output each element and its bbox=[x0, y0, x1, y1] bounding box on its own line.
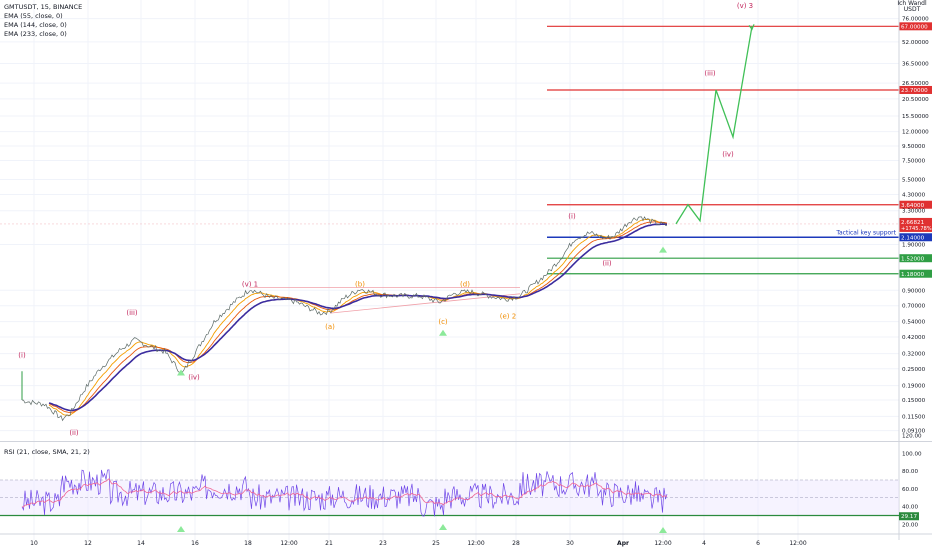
ema-144-legend: EMA (144, close, 0) bbox=[4, 21, 67, 29]
wave-label: (b) bbox=[355, 280, 365, 288]
y-tick-label: 7.50000 bbox=[902, 158, 926, 164]
current-price-change: +1745.78% bbox=[901, 226, 932, 232]
x-tick-label: 18 bbox=[244, 540, 252, 547]
level-badge-text: 1.52000 bbox=[901, 256, 925, 262]
rsi-tick-label: 40.00 bbox=[902, 505, 918, 511]
level-badge-text: 1.18000 bbox=[901, 272, 925, 278]
rsi-tick-label: 60.00 bbox=[902, 487, 918, 493]
rsi-tick-label: 20.00 bbox=[902, 522, 918, 528]
y-tick-label: 0.19000 bbox=[902, 384, 926, 390]
y-tick-label: 0.25000 bbox=[902, 367, 926, 373]
y-tick-label: 0.42000 bbox=[902, 335, 926, 341]
y-tick-label: 4.30000 bbox=[902, 193, 926, 199]
rsi-signal-triangle bbox=[177, 526, 185, 532]
wave-label: (i) bbox=[568, 213, 576, 221]
ema-233-legend: EMA (233, close, 0) bbox=[4, 30, 67, 38]
wave-label: (d) bbox=[460, 280, 470, 288]
indicator-legend: GMTUSDT, 15, BINANCE EMA (55, close, 0) … bbox=[4, 3, 82, 39]
wave-label: (iv) bbox=[722, 150, 734, 158]
price-chart-svg: 67.0000023.700003.640002.14000Tactical k… bbox=[0, 0, 932, 547]
wave-label: (a) bbox=[325, 323, 335, 331]
symbol-title: GMTUSDT, 15, BINANCE bbox=[4, 3, 83, 11]
y-tick-label: 3.30000 bbox=[902, 209, 926, 215]
wave-label: (ii) bbox=[602, 259, 612, 267]
y-tick-label: 0.54000 bbox=[902, 320, 926, 326]
x-tick-label: 23 bbox=[379, 540, 387, 547]
rsi-tick-label: 100.00 bbox=[902, 451, 922, 457]
x-tick-label: 30 bbox=[566, 540, 574, 547]
chart-stage: 67.00000 23.70000 3.64000 2.14000 Tactical k… bbox=[0, 0, 932, 550]
wave-label: (iv) bbox=[188, 373, 200, 381]
y-tick-label: 0.32000 bbox=[902, 352, 926, 358]
level-badge-text: 67.00000 bbox=[901, 25, 928, 31]
y-tick-label: 52.00000 bbox=[902, 40, 929, 46]
x-tick-label: 25 bbox=[432, 540, 440, 547]
y-tick-label: 15.50000 bbox=[902, 114, 929, 120]
y-tick-label: 9.50000 bbox=[902, 144, 926, 150]
wave-label: (c) bbox=[438, 318, 448, 326]
y-tick-label: 0.15000 bbox=[902, 398, 926, 404]
x-tick-label: 12 bbox=[84, 540, 92, 547]
y-tick-label: 12.00000 bbox=[902, 130, 929, 136]
level-note: Tactical key support bbox=[835, 229, 896, 236]
x-tick-label: 16 bbox=[191, 540, 199, 547]
x-tick-label: 14 bbox=[137, 540, 145, 547]
x-tick-label: 21 bbox=[325, 540, 333, 547]
signal-triangle bbox=[659, 246, 667, 253]
y-tick-label: 0.11500 bbox=[902, 414, 926, 420]
y-tick-label: 0.90000 bbox=[902, 288, 926, 294]
y-tick-label: 0.70000 bbox=[902, 304, 926, 310]
y-tick-label: 1.90000 bbox=[902, 243, 926, 249]
level-badge-text: 23.70000 bbox=[901, 88, 928, 94]
y-tick-label: 5.50000 bbox=[902, 177, 926, 183]
rsi-tick-label: 80.00 bbox=[902, 469, 918, 475]
ema-55-legend: EMA (55, close, 0) bbox=[4, 12, 63, 20]
x-tick-label: 28 bbox=[512, 540, 520, 547]
rsi-value-text: 29.17 bbox=[901, 514, 917, 520]
rsi-legend: RSI (21, close, SMA, 21, 2) bbox=[4, 448, 90, 456]
rsi-tick-label: 120.00 bbox=[902, 434, 922, 440]
wave-label: (iii) bbox=[704, 70, 716, 78]
wave-label: (i) bbox=[18, 352, 26, 360]
x-tick-label: 12:00 bbox=[280, 540, 297, 547]
wave-label: (v) 3 bbox=[737, 2, 753, 10]
x-tick-label: 10 bbox=[30, 540, 38, 547]
axis-header-unit: USDT bbox=[904, 6, 921, 13]
signal-triangle bbox=[439, 329, 447, 336]
x-tick-label: 4 bbox=[702, 540, 706, 547]
level-badge-text: 2.14000 bbox=[901, 235, 925, 241]
wave-label: (v) 1 bbox=[242, 280, 258, 288]
x-tick-label: 12:00 bbox=[654, 540, 671, 547]
x-tick-label: 6 bbox=[756, 540, 760, 547]
rsi-signal-triangle bbox=[439, 524, 447, 530]
ema-line-3 bbox=[48, 223, 668, 412]
x-tick-label: 12:00 bbox=[467, 540, 484, 547]
rsi-signal-triangle bbox=[659, 527, 667, 533]
ema-line-2 bbox=[48, 221, 668, 414]
y-tick-label: 20.50000 bbox=[902, 97, 929, 103]
x-tick-label: Apr bbox=[617, 540, 629, 547]
x-tick-label: 12:00 bbox=[789, 540, 806, 547]
y-tick-label: 26.50000 bbox=[902, 81, 929, 87]
wave-label: (ii) bbox=[69, 429, 79, 437]
y-tick-label: 36.50000 bbox=[902, 62, 929, 68]
wave-label: (iii) bbox=[126, 309, 138, 317]
wave-label: (e) 2 bbox=[500, 312, 516, 320]
y-tick-label: 76.00000 bbox=[902, 17, 929, 23]
